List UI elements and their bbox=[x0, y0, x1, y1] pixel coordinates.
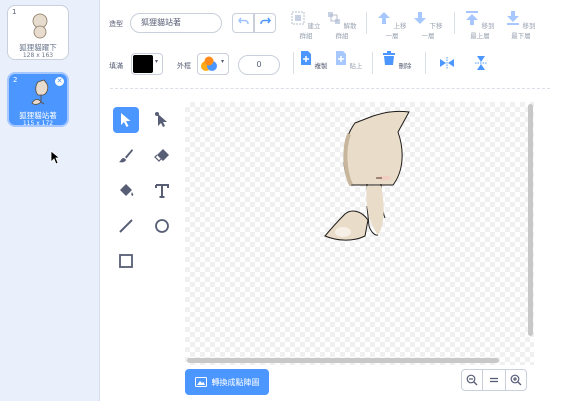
fill-color-swatch bbox=[133, 55, 153, 73]
toolbar-separator bbox=[110, 88, 550, 89]
brush-icon bbox=[119, 149, 133, 163]
equals-icon bbox=[490, 377, 498, 383]
eraser-tool[interactable] bbox=[149, 143, 175, 169]
front-button[interactable]: 移到最上層 bbox=[463, 11, 497, 40]
zoom-out-icon bbox=[466, 374, 478, 386]
move-up-icon bbox=[378, 12, 391, 24]
redo-button[interactable] bbox=[254, 13, 276, 33]
toolbar-divider bbox=[293, 52, 294, 74]
brush-tool[interactable] bbox=[113, 143, 139, 169]
fill-tool[interactable] bbox=[113, 178, 139, 204]
outline-label: 外框 bbox=[177, 62, 191, 70]
costume-size: 128 x 163 bbox=[22, 52, 54, 59]
copy-button[interactable]: 複製 bbox=[296, 51, 330, 70]
delete-button[interactable]: 刪除 bbox=[380, 51, 414, 70]
vertical-scrollbar[interactable] bbox=[528, 104, 533, 336]
toolbar-divider bbox=[425, 52, 426, 74]
copy-label: 複製 bbox=[314, 62, 328, 70]
select-tool[interactable] bbox=[113, 107, 139, 133]
paste-icon bbox=[336, 51, 347, 65]
costume-thumbnail bbox=[32, 13, 48, 39]
flip-vertical-icon[interactable] bbox=[475, 56, 487, 70]
fill-label: 填滿 bbox=[109, 62, 123, 70]
group-button[interactable]: 建立群組 bbox=[289, 11, 323, 40]
rectangle-tool[interactable] bbox=[113, 248, 139, 274]
group-icon bbox=[291, 11, 305, 25]
costume-item-2[interactable]: 2 ✕ 狐狸貓站著 115 x 172 bbox=[7, 72, 69, 127]
undo-icon bbox=[237, 17, 249, 25]
rectangle-icon bbox=[119, 254, 133, 268]
move-to-back-icon bbox=[507, 11, 520, 25]
zoom-out-button[interactable] bbox=[461, 369, 483, 391]
back-button[interactable]: 移到最下層 bbox=[504, 11, 538, 40]
convert-to-bitmap-button[interactable]: 轉換成點陣圖 bbox=[185, 369, 269, 395]
horizontal-scrollbar[interactable] bbox=[187, 358, 499, 363]
dropdown-icon: ▾ bbox=[155, 58, 159, 65]
costume-name-input[interactable]: 狐狸貓站著 bbox=[130, 13, 222, 33]
costume-number: 1 bbox=[12, 8, 17, 16]
dropdown-icon: ▾ bbox=[221, 58, 225, 65]
ungroup-icon bbox=[328, 12, 341, 24]
panel-divider bbox=[88, 0, 100, 401]
paint-editor: 造型 狐狸貓站著 建立群組 解散群組 上移一層 下移一層 移到最上層 移到最下層… bbox=[100, 0, 572, 401]
paste-button[interactable]: 貼上 bbox=[331, 51, 365, 70]
line-tool[interactable] bbox=[113, 213, 139, 239]
text-tool[interactable] bbox=[149, 178, 175, 204]
move-down-icon bbox=[414, 12, 427, 24]
paste-label: 貼上 bbox=[349, 62, 363, 70]
drawing-canvas[interactable] bbox=[185, 102, 534, 365]
reshape-icon bbox=[155, 112, 167, 127]
backward-button[interactable]: 下移一層 bbox=[411, 11, 445, 40]
toolbar-divider bbox=[372, 52, 373, 74]
color-multi-icon bbox=[201, 56, 217, 71]
forward-button[interactable]: 上移一層 bbox=[375, 11, 409, 40]
circle-tool[interactable] bbox=[149, 213, 175, 239]
zoom-in-icon bbox=[510, 374, 522, 386]
eraser-icon bbox=[154, 149, 169, 162]
mouse-cursor-icon bbox=[50, 150, 60, 165]
move-to-front-icon bbox=[466, 11, 479, 25]
undo-button[interactable] bbox=[232, 13, 254, 33]
arrow-cursor-icon bbox=[121, 113, 131, 127]
delete-label: 刪除 bbox=[398, 62, 412, 70]
toolbar-divider bbox=[366, 12, 367, 34]
costume-label: 造型 bbox=[109, 20, 123, 28]
trash-icon bbox=[383, 51, 396, 65]
outline-color-picker[interactable]: ▾ bbox=[197, 53, 229, 75]
delete-costume-icon[interactable]: ✕ bbox=[55, 77, 64, 86]
costume-thumbnail bbox=[31, 79, 49, 105]
line-icon bbox=[119, 219, 133, 233]
flip-horizontal-icon[interactable] bbox=[440, 57, 454, 69]
image-icon bbox=[194, 377, 207, 387]
zoom-reset-button[interactable] bbox=[483, 369, 505, 391]
costume-size: 115 x 172 bbox=[22, 120, 54, 127]
costume-number: 2 bbox=[13, 76, 18, 84]
costume-item-1[interactable]: 1 狐狸貓躍下 128 x 163 bbox=[7, 5, 69, 60]
costume-list: 1 狐狸貓躍下 128 x 163 2 ✕ 狐狸貓站著 115 x 172 bbox=[0, 0, 89, 401]
toolbar-divider bbox=[454, 12, 455, 34]
text-icon bbox=[155, 184, 169, 198]
zoom-in-button[interactable] bbox=[505, 369, 527, 391]
convert-label: 轉換成點陣圖 bbox=[211, 377, 260, 387]
paint-bucket-icon bbox=[120, 184, 134, 196]
sprite-fox-cat bbox=[324, 110, 410, 241]
circle-icon bbox=[155, 219, 169, 233]
redo-icon bbox=[259, 17, 271, 25]
copy-icon bbox=[301, 51, 312, 65]
reshape-tool[interactable] bbox=[149, 107, 175, 133]
fill-color-picker[interactable]: ▾ bbox=[131, 53, 163, 75]
ungroup-button[interactable]: 解散群組 bbox=[325, 11, 359, 40]
outline-width-input[interactable]: 0 bbox=[238, 55, 280, 75]
